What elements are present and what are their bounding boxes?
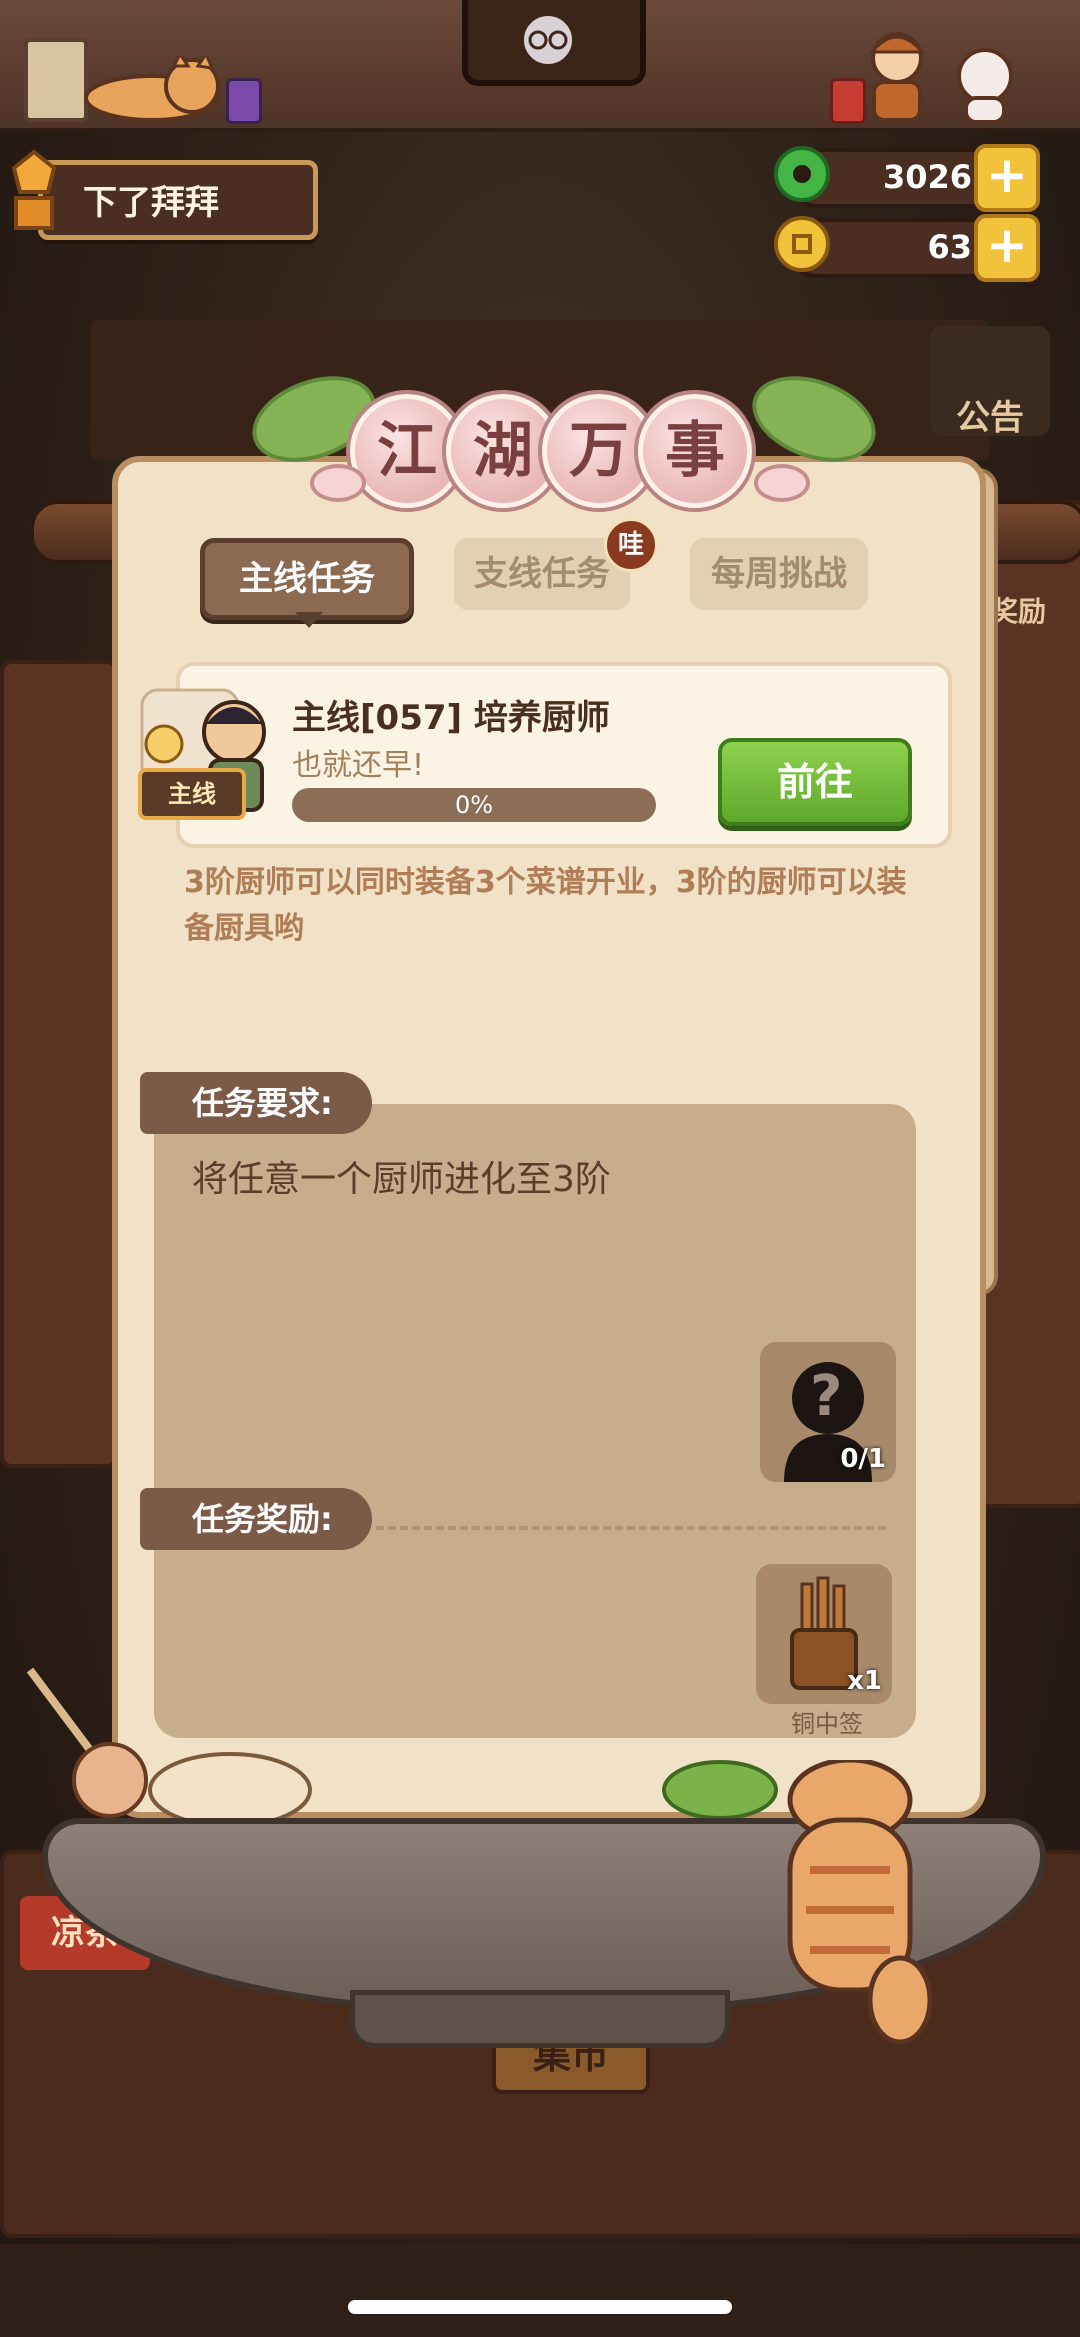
task-progress-bar: 0% [292, 788, 656, 822]
dumplings-icon [148, 1752, 312, 1828]
requirement-text: 将任意一个厨师进化至3阶 [192, 1159, 611, 1200]
fishcake-icon [310, 464, 366, 502]
white-cat-icon[interactable] [950, 40, 1020, 126]
notice-board[interactable]: 公告 [930, 326, 1050, 438]
top-portrait-frame[interactable] [462, 0, 646, 86]
title-char: 事 [638, 394, 752, 508]
new-badge: 哇 [604, 518, 658, 572]
question-mark: ? [810, 1364, 843, 1429]
active-tab-pointer [295, 612, 323, 628]
gold-value: 63 [927, 228, 972, 266]
reward-header: 任务奖励: [140, 1488, 372, 1550]
rank-trophy-icon[interactable] [4, 148, 64, 234]
task-subtitle: 也就还早! [292, 748, 425, 783]
fishcake-icon [754, 464, 810, 502]
red-jar-icon [830, 78, 866, 124]
hanging-cat-icon [787, 1760, 933, 2045]
task-description: 3阶厨师可以同时装备3个菜谱开业，3阶的厨师可以装备厨具哟 [184, 865, 907, 946]
panel-title: 江 湖 万 事 [240, 360, 888, 510]
chef-character-icon[interactable] [862, 28, 932, 124]
hotpot-bowl-base [350, 1990, 730, 2048]
add-gold-button[interactable]: + [974, 214, 1040, 282]
player-name: 下了拜拜 [83, 183, 219, 223]
notice-board-label: 公告 [956, 398, 1024, 438]
reward-sign[interactable]: 奖励 [990, 590, 1046, 630]
reward-item-name: 铜中签 [791, 1710, 863, 1738]
gold-coin-icon [774, 216, 830, 272]
home-indicator[interactable] [348, 2300, 732, 2314]
add-jade-button[interactable]: + [974, 144, 1040, 212]
task-progress-text: 0% [454, 791, 494, 819]
reward-slot[interactable]: x1 [756, 1564, 892, 1704]
jade-value: 3026 [882, 158, 972, 196]
background-stall-left [0, 660, 118, 1468]
scroll-icon[interactable] [24, 38, 88, 122]
gold-currency-bar: 63 + [774, 214, 1040, 282]
jade-currency-bar: 3026 + [774, 144, 1040, 212]
requirement-count: 0/1 [840, 1444, 886, 1474]
player-name-badge[interactable]: 下了拜拜 [38, 160, 318, 240]
bottom-bar [0, 2244, 1080, 2337]
purple-jar-icon [226, 78, 262, 124]
tab-weekly-challenge[interactable]: 每周挑战 [690, 538, 868, 610]
requirement-header: 任务要求: [140, 1072, 372, 1134]
go-button[interactable]: 前往 [718, 738, 912, 826]
reward-count: x1 [847, 1666, 882, 1696]
main-quest-tag: 主线 [138, 768, 246, 820]
jade-coin-icon [774, 146, 830, 202]
sleeping-cat-icon [84, 56, 220, 122]
requirement-slot[interactable]: ? 0/1 [760, 1342, 896, 1482]
tab-main-quest[interactable]: 主线任务 [200, 538, 414, 620]
reward-divider [376, 1526, 886, 1530]
task-title: 主线[057] 培养厨师 [292, 698, 610, 738]
